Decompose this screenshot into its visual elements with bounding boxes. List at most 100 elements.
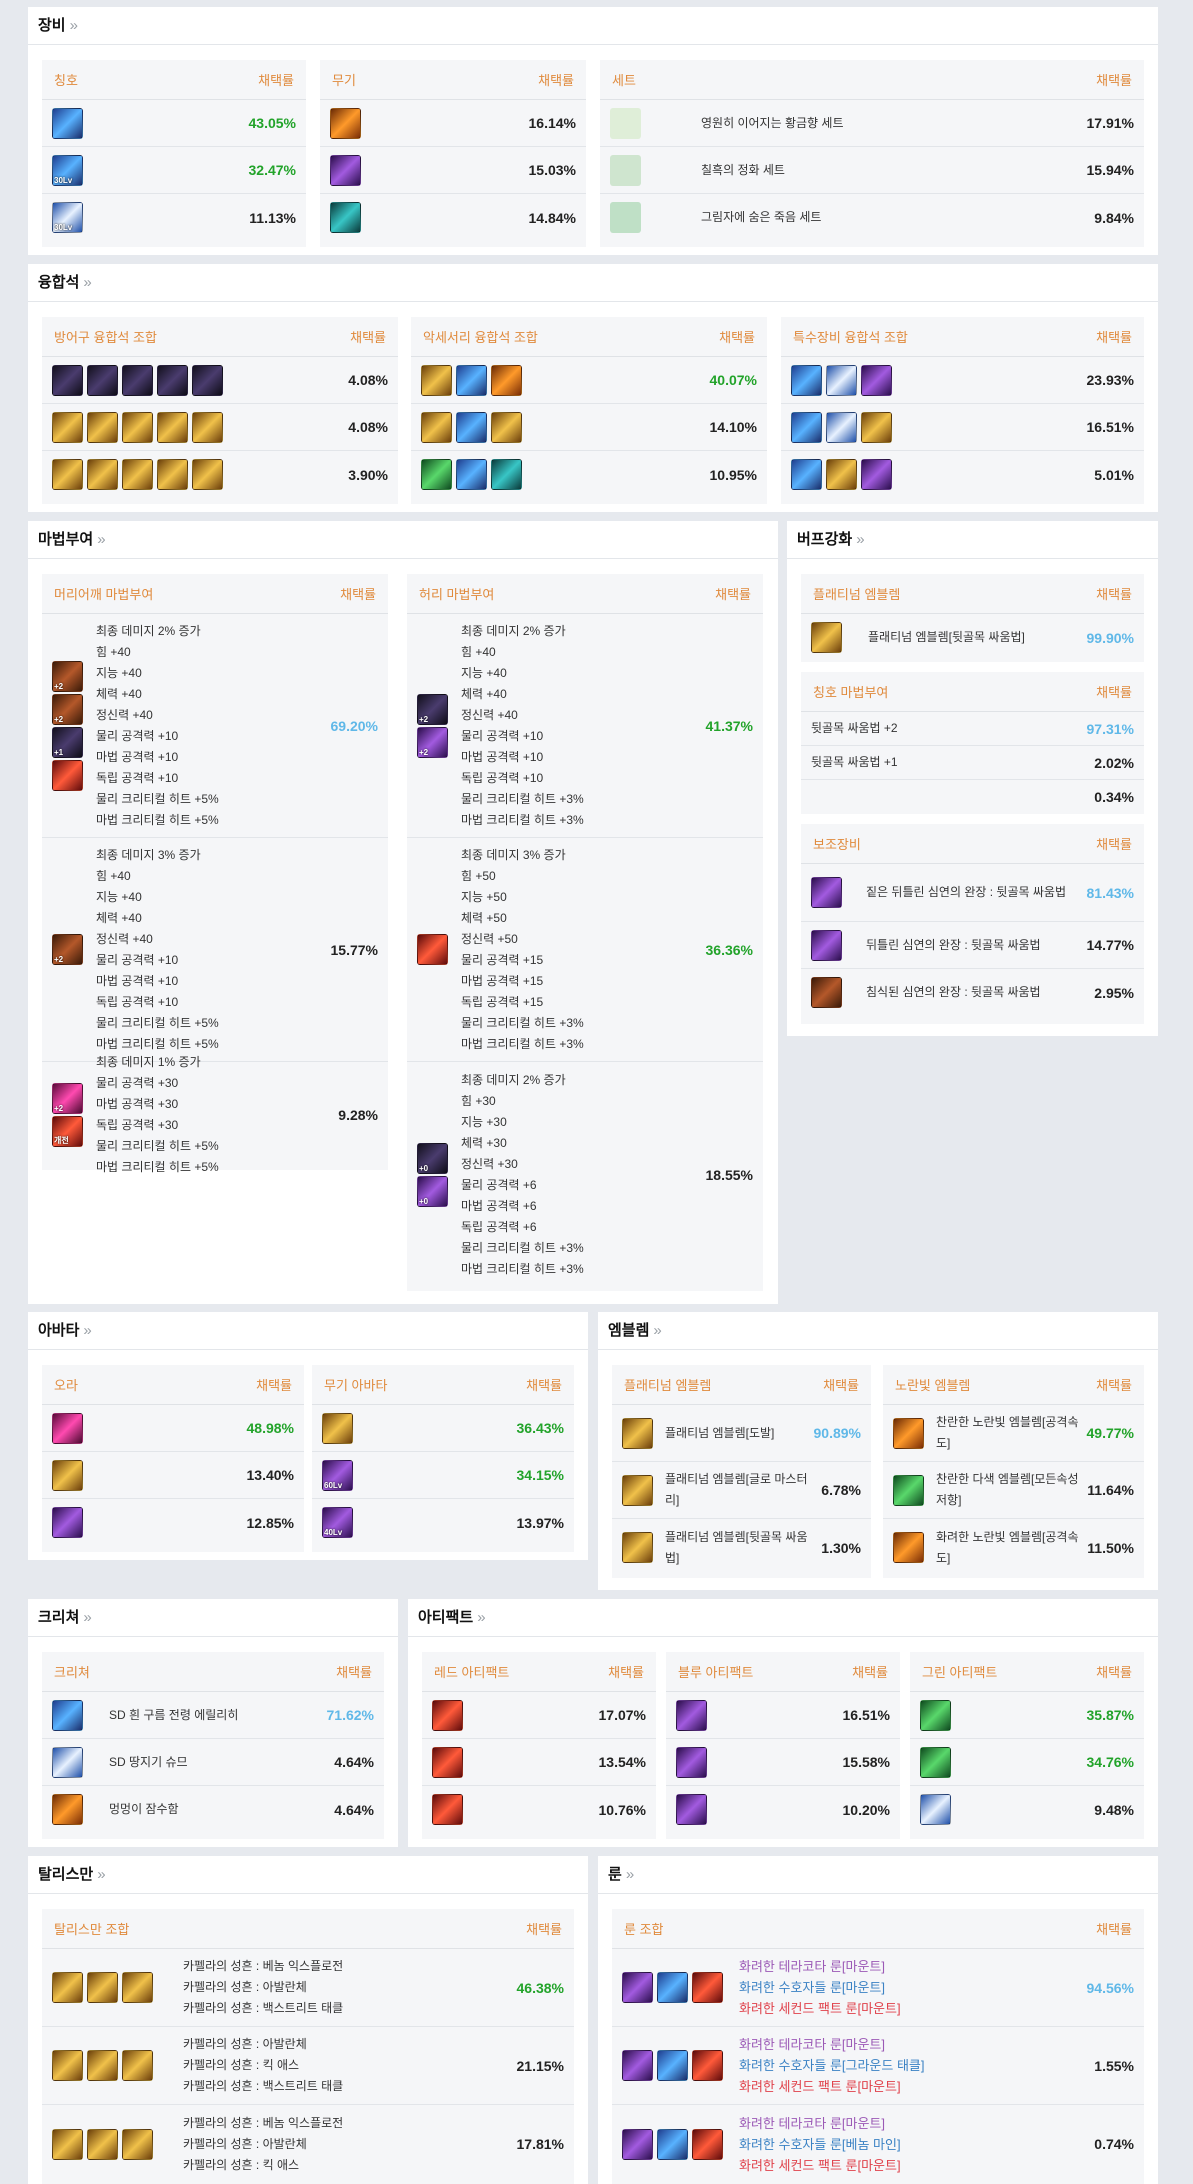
section-title[interactable]: 룬» xyxy=(598,1856,1158,1894)
list-item[interactable]: +2 개전 최종 데미지 1% 증가 물리 공격력 +30 마법 공격력 +30 독립 … xyxy=(42,1055,388,1174)
list-item[interactable]: 15.03% xyxy=(320,147,586,194)
list-item[interactable]: 43.05% xyxy=(42,100,306,147)
rate-value: 13.54% xyxy=(598,1754,646,1770)
panel-label: 특수장비 융합석 조합 xyxy=(793,330,908,345)
fusion-stone-icon xyxy=(157,364,188,396)
panel-talisman: 탈리스만 조합 채택률 카펠라의 성흔 : 베놈 익스플로전 카펠라의 성흔 : 아… xyxy=(42,1909,574,2184)
list-item[interactable]: SD 땅지기 슈므 4.64% xyxy=(42,1739,384,1786)
creature-icon xyxy=(52,1699,83,1731)
talisman-name: 카펠라의 성흔 : 백스트리트 태클 xyxy=(183,2001,344,2015)
list-item[interactable]: 4.08% xyxy=(42,404,398,451)
rune-names: 화려한 테라코타 룬[마운트] 화려한 수호자들 룬[그라운드 태클] 화려한 세컨… xyxy=(723,2034,1094,2097)
list-item[interactable]: 플래티넘 엠블렘[글로 마스터리] 6.78% xyxy=(612,1462,871,1519)
list-item[interactable]: 5.01% xyxy=(781,451,1144,498)
list-item[interactable]: 23.93% xyxy=(781,357,1144,404)
list-item[interactable]: 3.90% xyxy=(42,451,398,498)
list-item[interactable]: +2 최종 데미지 3% 증가 힘 +40 지능 +40 체력 +40 정신력 +40 물… xyxy=(42,838,388,1062)
section-title[interactable]: 장비» xyxy=(28,7,1158,45)
list-item[interactable]: 15.58% xyxy=(666,1739,900,1786)
rate-value: 16.51% xyxy=(1086,419,1134,435)
list-item[interactable]: 40Lv 13.97% xyxy=(312,1499,574,1546)
list-item[interactable]: 그림자에 숨은 죽음 세트 9.84% xyxy=(600,194,1144,241)
section-title[interactable]: 탈리스만» xyxy=(28,1856,588,1894)
list-item[interactable]: 4.08% xyxy=(42,357,398,404)
list-item[interactable]: 30Lv 11.13% xyxy=(42,194,306,241)
rate-label: 채택률 xyxy=(538,73,574,88)
list-item[interactable]: 찬란한 다색 엠블렘[모든속성저항] 11.64% xyxy=(883,1462,1144,1519)
section-title[interactable]: 아티팩트» xyxy=(408,1599,1158,1637)
list-item[interactable]: 14.84% xyxy=(320,194,586,241)
list-item[interactable]: 13.54% xyxy=(422,1739,656,1786)
list-item[interactable]: 14.10% xyxy=(411,404,767,451)
list-item[interactable]: +2 +2 +1 최종 데미지 2% 증가 힘 +40 지능 +40 체력 +40 정신력 … xyxy=(42,614,388,838)
list-item[interactable]: 영원히 이어지는 황금향 세트 17.91% xyxy=(600,100,1144,147)
list-item[interactable]: 40.07% xyxy=(411,357,767,404)
sub-equip-name: 뒤틀린 심연의 완장 : 뒷골목 싸움법 xyxy=(866,937,1041,952)
list-item[interactable]: 카펠라의 성흔 : 베놈 익스플로전 카펠라의 성흔 : 아발란체 카펠라의 성흔 … xyxy=(42,1949,574,2027)
talisman-icon xyxy=(87,1972,118,2003)
list-item[interactable]: 0.34% xyxy=(801,780,1144,814)
rate-value: 4.08% xyxy=(348,372,388,388)
list-item[interactable]: 10.95% xyxy=(411,451,767,498)
card-badge: 개전 xyxy=(54,1136,69,1145)
list-item[interactable]: 35.87% xyxy=(910,1692,1144,1739)
list-item[interactable]: 찬란한 노란빛 엠블렘[공격속도] 49.77% xyxy=(883,1405,1144,1462)
list-item[interactable]: 최종 데미지 3% 증가 힘 +50 지능 +50 체력 +50 정신력 +50 물리 공… xyxy=(407,838,763,1062)
list-item[interactable]: 화려한 테라코타 룬[마운트] 화려한 수호자들 룬[베놈 마인] 화려한 세컨드 … xyxy=(612,2105,1144,2183)
list-item[interactable]: 16.51% xyxy=(666,1692,900,1739)
rate-value: 0.74% xyxy=(1094,2136,1134,2152)
section-title[interactable]: 아바타» xyxy=(28,1312,588,1350)
list-item[interactable]: 10.76% xyxy=(422,1786,656,1833)
rune-icon xyxy=(692,2050,723,2081)
list-item[interactable]: 30Lv 32.47% xyxy=(42,147,306,194)
list-item[interactable]: 60Lv 34.15% xyxy=(312,1452,574,1499)
list-item[interactable]: 칠흑의 정화 세트 15.94% xyxy=(600,147,1144,194)
rate-label: 채택률 xyxy=(1096,330,1132,345)
section-title[interactable]: 엠블렘» xyxy=(598,1312,1158,1350)
list-item[interactable]: 12.85% xyxy=(42,1499,304,1546)
list-item[interactable]: 멍멍이 잠수함 4.64% xyxy=(42,1786,384,1833)
stat-line: 물리 공격력 +10 xyxy=(461,728,544,743)
list-item[interactable]: 플래티넘 엠블렘[도발] 90.89% xyxy=(612,1405,871,1462)
list-item[interactable]: 9.48% xyxy=(910,1786,1144,1833)
list-item[interactable]: 화려한 테라코타 룬[마운트] 화려한 수호자들 룬[그라운드 태클] 화려한 세컨… xyxy=(612,2027,1144,2105)
fusion-stone-icon xyxy=(456,364,487,396)
weapon-avatar-icon: 40Lv xyxy=(322,1507,353,1538)
talisman-name: 카펠라의 성흔 : 베놈 익스플로전 xyxy=(183,2115,344,2130)
list-item[interactable]: 짙은 뒤틀린 심연의 완장 : 뒷골목 싸움법 81.43% xyxy=(801,864,1144,922)
section-title[interactable]: 융합석» xyxy=(28,264,1158,302)
title-icon: 30Lv xyxy=(52,154,83,186)
section-title[interactable]: 크리쳐» xyxy=(28,1599,398,1637)
emblem-icon xyxy=(622,1474,653,1506)
section-title[interactable]: 마법부여» xyxy=(28,521,778,559)
list-item[interactable]: 침식된 심연의 완장 : 뒷골목 싸움법 2.95% xyxy=(801,969,1144,1016)
list-item[interactable]: 카펠라의 성흔 : 아발란체 카펠라의 성흔 : 킥 애스 카펠라의 성흔 : 백스… xyxy=(42,2027,574,2105)
rate-label: 채택률 xyxy=(1096,1665,1132,1680)
list-item[interactable]: 16.51% xyxy=(781,404,1144,451)
section-title[interactable]: 버프강화» xyxy=(787,521,1158,559)
list-item[interactable]: 뒷골목 싸움법 +2 97.31% xyxy=(801,712,1144,746)
list-item[interactable]: 카펠라의 성흔 : 베놈 익스플로전 카펠라의 성흔 : 아발란체 카펠라의 성흔 … xyxy=(42,2105,574,2183)
list-item[interactable]: +0 +0 최종 데미지 2% 증가 힘 +30 지능 +30 체력 +30 정신력 +3… xyxy=(407,1062,763,1288)
list-item[interactable]: +2 +2 최종 데미지 2% 증가 힘 +40 지능 +40 체력 +40 정신력 +4… xyxy=(407,614,763,838)
rate-value: 6.78% xyxy=(821,1482,861,1498)
list-item[interactable]: 34.76% xyxy=(910,1739,1144,1786)
list-item[interactable]: 16.14% xyxy=(320,100,586,147)
list-item[interactable]: 플래티넘 엠블렘[뒷골목 싸움법] 1.30% xyxy=(612,1519,871,1576)
list-item[interactable]: SD 흰 구름 전령 에릴리히 71.62% xyxy=(42,1692,384,1739)
list-item[interactable]: 17.07% xyxy=(422,1692,656,1739)
list-item[interactable]: 화려한 테라코타 룬[마운트] 화려한 수호자들 룬[마운트] 화려한 세컨드 팩트… xyxy=(612,1949,1144,2027)
section-buff: 버프강화» 플래티넘 엠블렘 채택률 플래티넘 엠블렘[뒷골목 싸움법] 99.90… xyxy=(787,521,1158,1036)
list-item[interactable]: 뒤틀린 심연의 완장 : 뒷골목 싸움법 14.77% xyxy=(801,922,1144,969)
list-item[interactable]: 뒷골목 싸움법 +1 2.02% xyxy=(801,746,1144,780)
list-item[interactable]: 플래티넘 엠블렘[뒷골목 싸움법] 99.90% xyxy=(801,614,1144,661)
list-item[interactable]: 10.20% xyxy=(666,1786,900,1833)
list-item[interactable]: 화려한 노란빛 엠블렘[공격속도] 11.50% xyxy=(883,1519,1144,1576)
rate-value: 46.38% xyxy=(516,1979,564,1996)
stat-line: 물리 크리티컬 히트 +3% xyxy=(461,791,584,806)
list-item[interactable]: 36.43% xyxy=(312,1405,574,1452)
card-badge: +0 xyxy=(419,1164,429,1173)
panel-label: 세트 xyxy=(612,73,636,88)
list-item[interactable]: 13.40% xyxy=(42,1452,304,1499)
list-item[interactable]: 48.98% xyxy=(42,1405,304,1452)
